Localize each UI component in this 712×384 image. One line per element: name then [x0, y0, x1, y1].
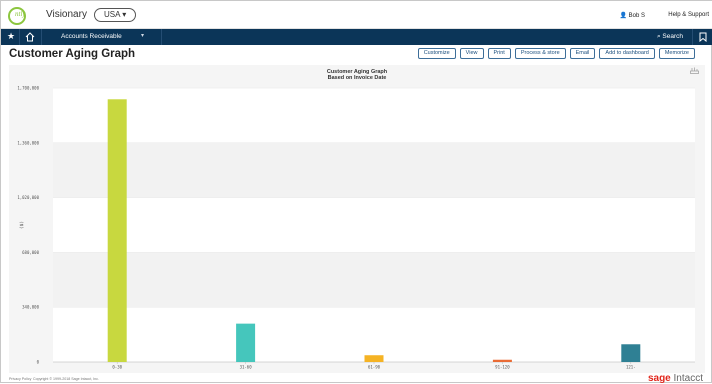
chart-panel: 0 340,000 680,000 1,020,000 1,360,000 1,700,0… [9, 65, 705, 373]
user-menu[interactable]: 👤 Bob S [619, 12, 645, 19]
chart-export-icon[interactable] [690, 67, 699, 74]
customize-button[interactable]: Customize [417, 48, 456, 59]
entity-label: USA [104, 10, 121, 19]
plot-area [53, 88, 695, 362]
memorize-button[interactable]: Memorize [658, 48, 695, 59]
aging-chart: 0 340,000 680,000 1,020,000 1,360,000 1,700,0… [17, 86, 695, 370]
y-tick-label: 0 [37, 360, 40, 365]
report-toolbar: Customize View Print Process & store Ema… [417, 48, 695, 59]
company-name: Visionary [46, 9, 87, 20]
nav-divider [19, 29, 20, 45]
star-icon[interactable]: ★ [7, 31, 15, 42]
process-store-button[interactable]: Process & store [514, 48, 566, 59]
user-name: Bob S [628, 13, 645, 19]
main-nav: ★ Accounts Receivable ▾ ⌕ Search [1, 29, 712, 45]
brand-sage: sage [647, 373, 671, 384]
home-icon[interactable] [25, 32, 35, 42]
search-button[interactable]: ⌕ Search [657, 33, 683, 41]
top-bar: ntly Visionary USA ▾ 👤 Bob S Help & Supp… [1, 1, 712, 29]
help-support-link[interactable]: Help & Support [668, 12, 709, 18]
nav-module-menu[interactable]: Accounts Receivable [61, 33, 122, 40]
chart-subtitle: Based on Invoice Date [327, 75, 387, 81]
bar-0-30 [107, 99, 127, 362]
nav-divider [41, 29, 42, 45]
chevron-down-icon[interactable]: ▾ [141, 32, 144, 39]
x-tick-label: 61-90 [368, 365, 381, 370]
copyright-text: Copyright © 1999-2018 Sage Intacct, Inc. [33, 377, 99, 381]
bar-121- [621, 344, 641, 362]
search-icon: ⌕ [656, 33, 661, 40]
x-tick-label: 91-120 [495, 365, 510, 370]
bar-61-90 [364, 355, 384, 362]
sage-intacct-logo: sage Intacct [648, 373, 703, 384]
x-tick-label: 121- [626, 365, 636, 370]
y-tick-label: 1,020,000 [17, 195, 39, 200]
search-label: Search [662, 33, 683, 40]
y-tick-label: 1,360,000 [17, 140, 39, 145]
grid-band [53, 252, 695, 308]
email-button[interactable]: Email [569, 48, 596, 59]
nav-divider [692, 29, 693, 45]
x-tick-label: 31-60 [240, 365, 253, 370]
bar-31-60 [236, 323, 256, 362]
chevron-down-icon: ▾ [122, 10, 127, 19]
y-tick-label: 340,000 [22, 305, 39, 310]
print-button[interactable]: Print [487, 48, 511, 59]
view-button[interactable]: View [459, 48, 484, 59]
app-window: ntly Visionary USA ▾ 👤 Bob S Help & Supp… [0, 0, 712, 384]
y-axis-title: ($) [19, 221, 25, 229]
y-tick-label: 680,000 [22, 250, 39, 255]
add-to-dashboard-button[interactable]: Add to dashboard [599, 48, 655, 59]
brand-intacct: Intacct [673, 373, 703, 384]
y-tick-label: 1,700,000 [17, 86, 39, 91]
bookmark-icon[interactable] [699, 32, 707, 42]
page-title: Customer Aging Graph [9, 48, 136, 60]
grid-band [53, 142, 695, 198]
bar-91-120 [492, 359, 512, 362]
privacy-policy-link[interactable]: Privacy Policy [9, 377, 31, 381]
nav-divider [161, 29, 162, 45]
x-tick-label: 0-30 [112, 365, 122, 370]
logo-text: ntly [15, 10, 26, 18]
entity-selector[interactable]: USA ▾ [94, 8, 137, 22]
user-icon: 👤 [619, 13, 627, 19]
